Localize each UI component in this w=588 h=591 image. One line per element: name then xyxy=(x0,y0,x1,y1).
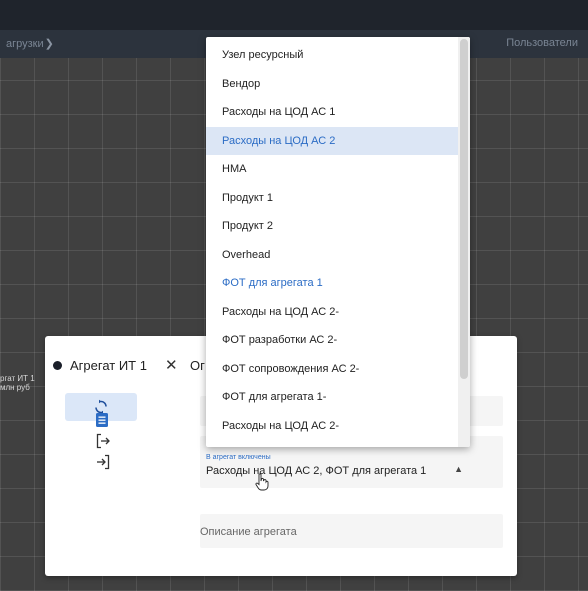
aggregate-members-dropdown: Узел ресурсный Вендор Расходы на ЦОД АС 1Р… xyxy=(206,37,470,447)
panel-title: Агрегат ИТ 1 xyxy=(53,358,147,373)
dropdown-option[interactable]: НМА xyxy=(206,155,458,184)
dropdown-list: Узел ресурсный Вендор Расходы на ЦОД АС 1Р… xyxy=(206,41,458,447)
toolbar-left-tab[interactable]: агрузки❯ xyxy=(6,37,54,50)
dropdown-option[interactable]: Продукт 1 xyxy=(206,184,458,213)
document-icon[interactable] xyxy=(96,413,108,432)
dropdown-option[interactable]: Расходы на ЦОД АС 1 xyxy=(206,98,458,127)
panel-title-text: Агрегат ИТ 1 xyxy=(70,358,147,373)
toolbar-left-label: агрузки xyxy=(6,38,44,50)
dropdown-option[interactable]: Расходы на ЦОД АС 2- xyxy=(206,298,458,327)
dropdown-option[interactable]: Расходы на ЦОД АС 2 xyxy=(206,126,458,155)
dropdown-option[interactable]: ФОТ разработки АС 2- xyxy=(206,326,458,355)
panel-actions xyxy=(65,393,165,421)
dropdown-option[interactable]: ФОТ для агрегата 1 xyxy=(206,269,458,298)
description-placeholder: Описание агрегата xyxy=(200,526,297,538)
dropdown-option[interactable]: Расходы на ЦОД АС 2- xyxy=(206,412,458,441)
dropdown-option[interactable]: ФОТ разработки АС 2 xyxy=(206,440,458,447)
app-top-bar xyxy=(0,0,588,30)
dropdown-scrollbar[interactable] xyxy=(458,37,470,447)
dropdown-option[interactable]: ФОТ для агрегата 1- xyxy=(206,383,458,412)
description-field[interactable]: Описание агрегата xyxy=(200,514,503,548)
select-label: В агрегат включены xyxy=(206,454,271,461)
import-icon[interactable] xyxy=(96,454,110,475)
canvas-node-title: ргат ИТ 1 xyxy=(0,374,35,383)
chevron-up-icon[interactable]: ▲ xyxy=(454,464,463,474)
panel-second-tab[interactable]: Ог xyxy=(190,358,205,373)
dropdown-option[interactable]: Вендор xyxy=(206,70,458,99)
node-dot-icon xyxy=(53,361,62,370)
chevron-right-icon: ❯ xyxy=(44,38,54,50)
select-value: Расходы на ЦОД АС 2, ФОТ для агрегата 1 xyxy=(206,465,427,477)
hand-pointer-icon xyxy=(255,473,269,496)
dropdown-option[interactable]: Overhead xyxy=(206,241,458,270)
dropdown-scroll-thumb[interactable] xyxy=(460,39,468,379)
dropdown-option[interactable]: ФОТ сопровождения АС 2- xyxy=(206,355,458,384)
dropdown-option[interactable]: Узел ресурсный xyxy=(206,41,458,70)
canvas-node-label[interactable]: ргат ИТ 1 млн руб xyxy=(0,374,35,392)
dropdown-option[interactable]: Продукт 2 xyxy=(206,212,458,241)
toolbar-users-tab[interactable]: Пользователи xyxy=(506,37,578,49)
close-icon[interactable]: ✕ xyxy=(165,356,178,374)
export-icon[interactable] xyxy=(96,433,110,454)
canvas-node-unit: млн руб xyxy=(0,383,30,392)
